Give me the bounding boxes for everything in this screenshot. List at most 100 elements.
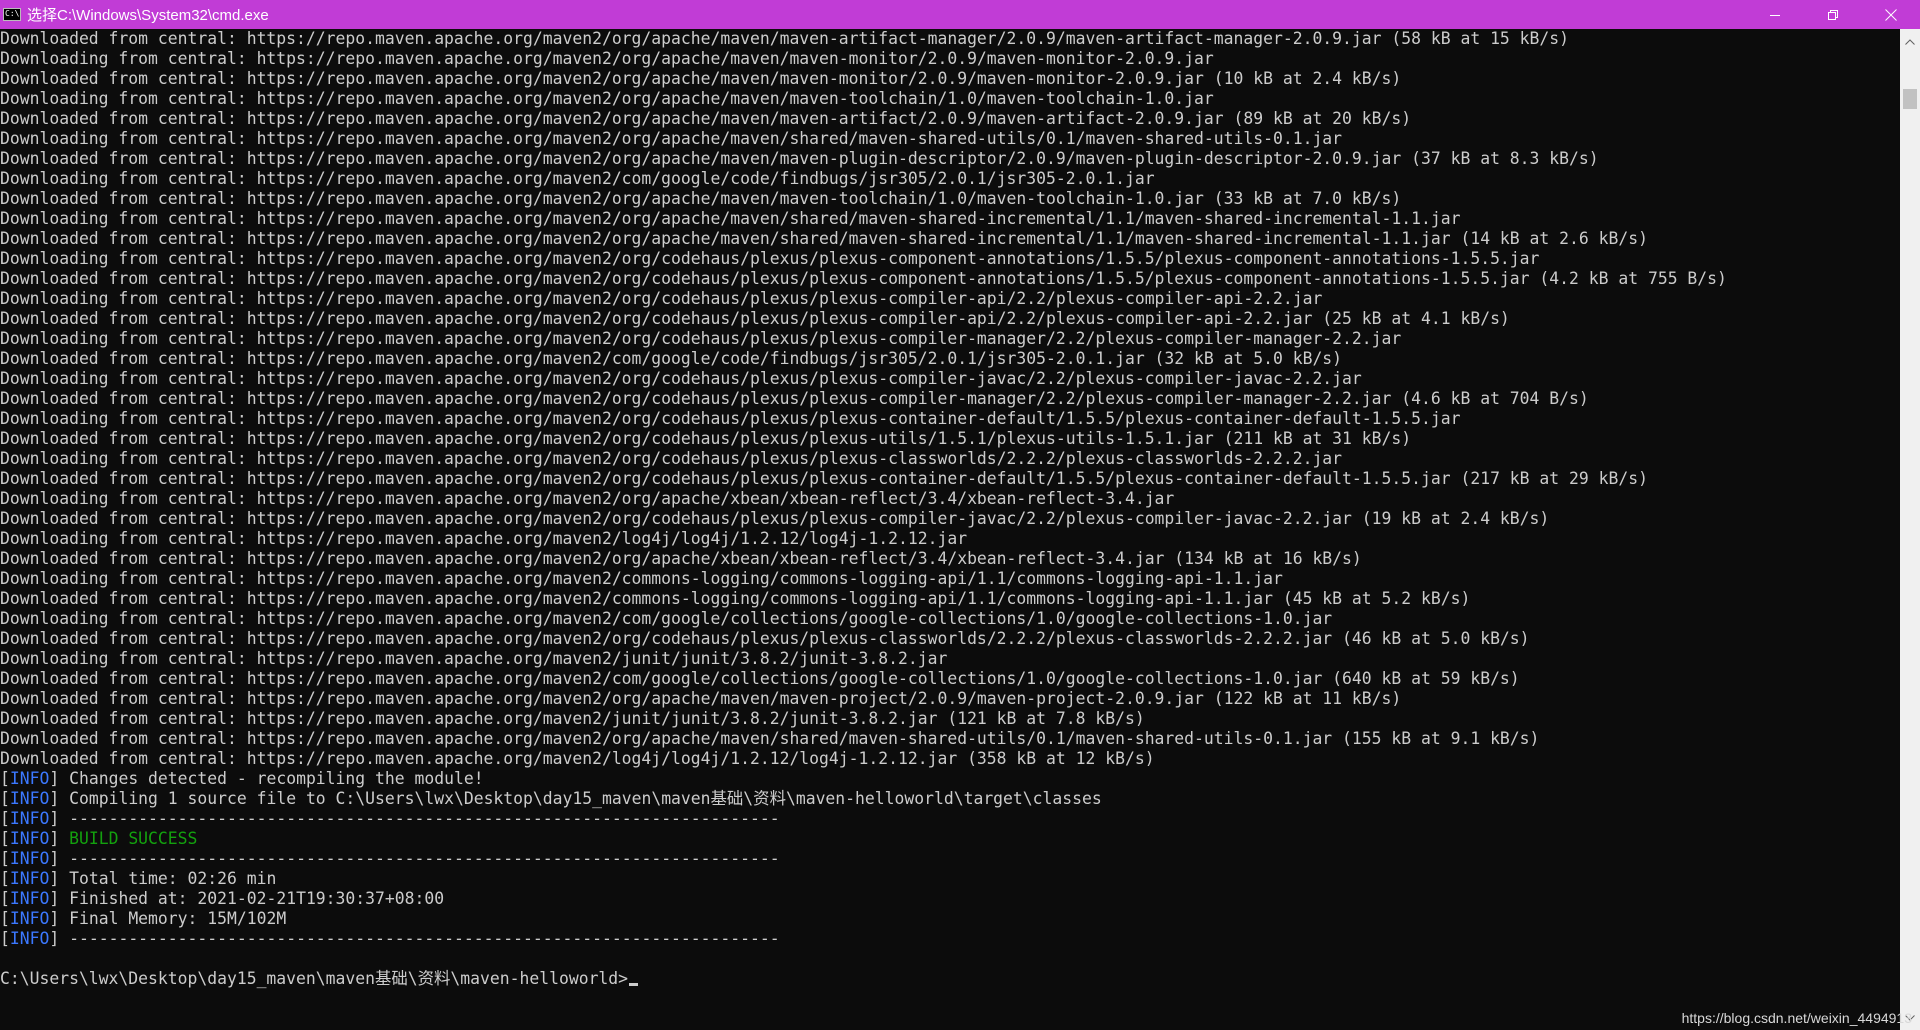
download-log-line: Downloaded from central: https://repo.ma…	[0, 349, 1900, 369]
log-message: Downloaded from central: https://repo.ma…	[0, 189, 1402, 208]
log-message: Downloading from central: https://repo.m…	[0, 129, 1343, 148]
download-log-line: Downloading from central: https://repo.m…	[0, 129, 1900, 149]
tag-bracket-open: [	[0, 809, 10, 828]
log-message: Downloading from central: https://repo.m…	[0, 409, 1461, 428]
tag-bracket-open: [	[0, 829, 10, 848]
title-bar[interactable]: C:\ 选择C:\Windows\System32\cmd.exe	[0, 0, 1920, 29]
log-message: Downloading from central: https://repo.m…	[0, 649, 948, 668]
log-message: Changes detected - recompiling the modul…	[69, 769, 484, 788]
info-tag: INFO	[9, 849, 50, 868]
download-log-line: Downloaded from central: https://repo.ma…	[0, 509, 1900, 529]
log-message: Downloaded from central: https://repo.ma…	[0, 729, 1540, 748]
log-message: Finished at: 2021-02-21T19:30:37+08:00	[69, 889, 445, 908]
download-log-line: Downloading from central: https://repo.m…	[0, 649, 1900, 669]
log-message: Downloaded from central: https://repo.ma…	[0, 229, 1648, 248]
tag-bracket-open: [	[0, 849, 10, 868]
info-tag: INFO	[9, 809, 50, 828]
download-log-line: Downloaded from central: https://repo.ma…	[0, 629, 1900, 649]
vertical-scrollbar[interactable]	[1900, 29, 1920, 1030]
log-message: Downloading from central: https://repo.m…	[0, 289, 1323, 308]
log-message: Downloading from central: https://repo.m…	[0, 369, 1362, 388]
log-message: Downloaded from central: https://repo.ma…	[0, 509, 1550, 528]
tag-bracket-open: [	[0, 889, 10, 908]
info-tag: INFO	[9, 889, 50, 908]
tag-bracket-open: [	[0, 789, 10, 808]
log-info-line: [INFO] Changes detected - recompiling th…	[0, 769, 1900, 789]
tag-bracket-close: ]	[49, 889, 70, 908]
restore-button[interactable]	[1804, 0, 1862, 29]
cmd-app-icon-label: C:\	[5, 9, 20, 18]
download-log-line: Downloading from central: https://repo.m…	[0, 89, 1900, 109]
close-button[interactable]	[1862, 0, 1920, 29]
build-success-message: BUILD SUCCESS	[69, 829, 198, 848]
log-info-line: [INFO] Final Memory: 15M/102M	[0, 909, 1900, 929]
log-message: Downloaded from central: https://repo.ma…	[0, 349, 1343, 368]
log-message: Downloading from central: https://repo.m…	[0, 209, 1461, 228]
tag-bracket-close: ]	[49, 809, 70, 828]
info-tag: INFO	[9, 829, 50, 848]
download-log-line: Downloading from central: https://repo.m…	[0, 289, 1900, 309]
log-message: Downloaded from central: https://repo.ma…	[0, 669, 1520, 688]
log-message: Downloading from central: https://repo.m…	[0, 449, 1343, 468]
download-log-line: Downloading from central: https://repo.m…	[0, 449, 1900, 469]
download-log-line: Downloading from central: https://repo.m…	[0, 609, 1900, 629]
log-message: Downloaded from central: https://repo.ma…	[0, 109, 1412, 128]
download-log-line: Downloaded from central: https://repo.ma…	[0, 689, 1900, 709]
log-message: Total time: 02:26 min	[69, 869, 277, 888]
tag-bracket-open: [	[0, 909, 10, 928]
log-message: Downloading from central: https://repo.m…	[0, 249, 1540, 268]
download-log-line: Downloaded from central: https://repo.ma…	[0, 309, 1900, 329]
log-message: Downloaded from central: https://repo.ma…	[0, 689, 1402, 708]
log-message: Downloading from central: https://repo.m…	[0, 49, 1214, 68]
text-cursor	[629, 983, 639, 986]
log-message: Downloaded from central: https://repo.ma…	[0, 29, 1570, 48]
log-info-line: [INFO] ---------------------------------…	[0, 849, 1900, 869]
close-icon	[1885, 8, 1897, 21]
tag-bracket-close: ]	[49, 789, 70, 808]
tag-bracket-open: [	[0, 929, 10, 948]
info-tag: INFO	[9, 909, 50, 928]
info-tag: INFO	[9, 929, 50, 948]
cmd-app-icon: C:\	[3, 8, 21, 21]
window-title: 选择C:\Windows\System32\cmd.exe	[27, 7, 269, 24]
log-message: Downloaded from central: https://repo.ma…	[0, 389, 1589, 408]
minimize-button[interactable]	[1746, 0, 1804, 29]
download-log-line: Downloaded from central: https://repo.ma…	[0, 389, 1900, 409]
tag-bracket-open: [	[0, 869, 10, 888]
log-message: ----------------------------------------…	[69, 929, 780, 948]
log-message: Downloaded from central: https://repo.ma…	[0, 629, 1530, 648]
log-info-line: [INFO] Finished at: 2021-02-21T19:30:37+…	[0, 889, 1900, 909]
download-log-line: Downloaded from central: https://repo.ma…	[0, 29, 1900, 49]
cmd-window: C:\ 选择C:\Windows\System32\cmd.exe Downlo…	[0, 0, 1920, 1030]
download-log-line: Downloaded from central: https://repo.ma…	[0, 189, 1900, 209]
minimize-icon	[1770, 14, 1780, 16]
log-message: Downloading from central: https://repo.m…	[0, 329, 1402, 348]
log-message: Downloaded from central: https://repo.ma…	[0, 549, 1362, 568]
tag-bracket-open: [	[0, 769, 10, 788]
tag-bracket-close: ]	[49, 869, 70, 888]
log-message: Downloaded from central: https://repo.ma…	[0, 709, 1145, 728]
console-output[interactable]: Downloaded from central: https://repo.ma…	[0, 29, 1900, 1030]
tag-bracket-close: ]	[49, 769, 70, 788]
download-log-line: Downloaded from central: https://repo.ma…	[0, 69, 1900, 89]
info-tag: INFO	[9, 869, 50, 888]
log-info-line: [INFO] ---------------------------------…	[0, 929, 1900, 949]
log-message: ----------------------------------------…	[69, 809, 780, 828]
log-info-line: [INFO] Total time: 02:26 min	[0, 869, 1900, 889]
download-log-line: Downloaded from central: https://repo.ma…	[0, 269, 1900, 289]
log-message: Downloaded from central: https://repo.ma…	[0, 269, 1727, 288]
download-log-line: Downloaded from central: https://repo.ma…	[0, 669, 1900, 689]
download-log-line: Downloading from central: https://repo.m…	[0, 489, 1900, 509]
download-log-line: Downloaded from central: https://repo.ma…	[0, 549, 1900, 569]
download-log-line: Downloading from central: https://repo.m…	[0, 529, 1900, 549]
download-log-line: Downloaded from central: https://repo.ma…	[0, 229, 1900, 249]
command-prompt-line: C:\Users\lwx\Desktop\day15_maven\maven基础…	[0, 969, 1900, 989]
log-message: Downloaded from central: https://repo.ma…	[0, 149, 1599, 168]
restore-icon	[1828, 9, 1838, 20]
tag-bracket-close: ]	[49, 929, 70, 948]
log-message: Downloading from central: https://repo.m…	[0, 489, 1175, 508]
scroll-up-button[interactable]	[1900, 32, 1920, 52]
scroll-thumb[interactable]	[1903, 89, 1917, 109]
log-info-line: [INFO] Compiling 1 source file to C:\Use…	[0, 789, 1900, 809]
